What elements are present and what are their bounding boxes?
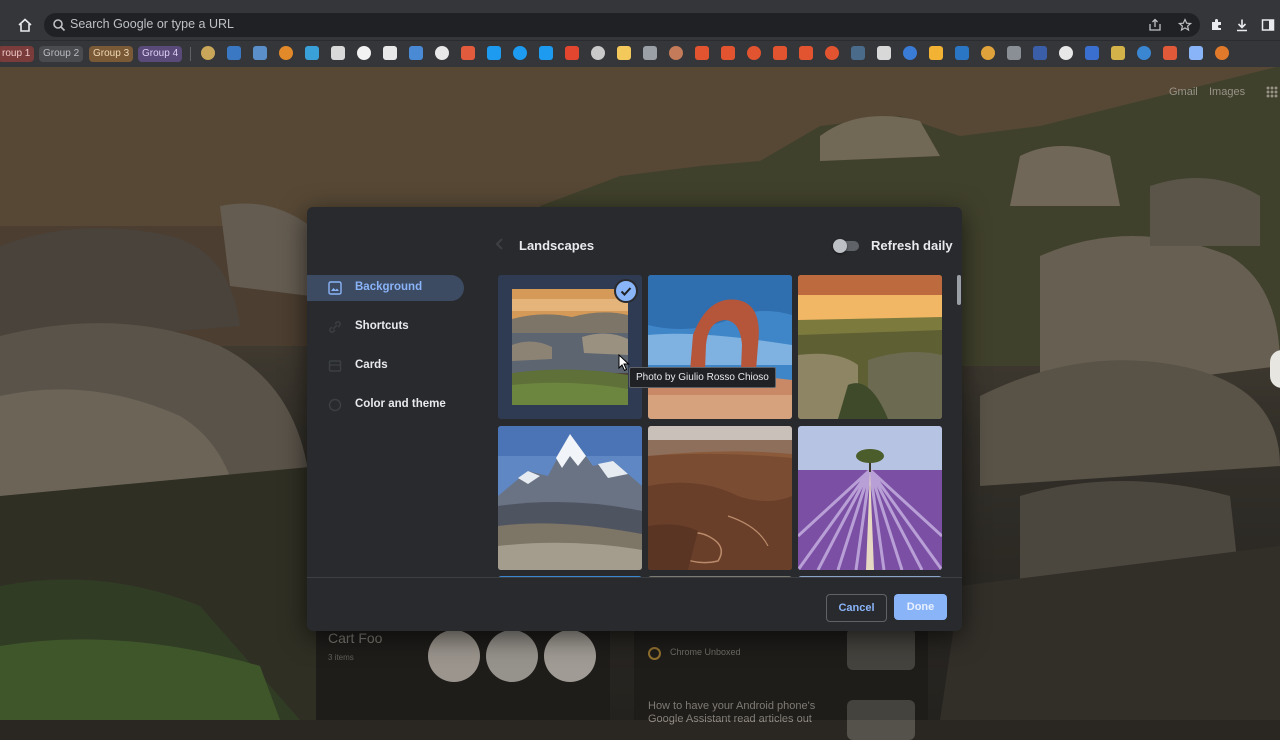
refresh-daily-toggle[interactable] — [833, 239, 859, 253]
bookmark-favicon-icon[interactable] — [487, 46, 501, 60]
bookmark-favicon-icon[interactable] — [695, 46, 709, 60]
bookmark-favicon-icon[interactable] — [591, 46, 605, 60]
sidebar-item-shortcuts[interactable]: Shortcuts — [307, 314, 464, 340]
download-icon[interactable] — [1231, 14, 1253, 36]
bookmark-favicon-icon[interactable] — [305, 46, 319, 60]
palette-icon — [328, 398, 342, 412]
background-tile-snowy-mountain[interactable] — [498, 426, 642, 570]
tile-image — [798, 275, 942, 419]
bookmark-favicon-icon[interactable] — [1033, 46, 1047, 60]
share-icon[interactable] — [1144, 14, 1166, 36]
bookmark-favicon-icon[interactable] — [253, 46, 267, 60]
bookmark-favicon-icon[interactable] — [1085, 46, 1099, 60]
background-tile-desert-valley[interactable] — [648, 426, 792, 570]
bookmarks-divider — [190, 47, 191, 61]
bookmark-favicon-icon[interactable] — [461, 46, 475, 60]
bookmark-favicon-icon[interactable] — [825, 46, 839, 60]
refresh-daily-label: Refresh daily — [871, 238, 953, 253]
cancel-button[interactable]: Cancel — [826, 594, 887, 622]
bookmark-favicon-icon[interactable] — [747, 46, 761, 60]
bookmark-favicon-icon[interactable] — [357, 46, 371, 60]
bookmark-favicon-icon[interactable] — [799, 46, 813, 60]
mouse-cursor-icon — [618, 353, 630, 377]
sidebar-item-cards[interactable]: Cards — [307, 353, 464, 379]
cards-icon — [328, 360, 342, 372]
tile-image — [648, 426, 792, 570]
sidebar-item-background[interactable]: Background — [307, 275, 464, 301]
bookmark-favicon-icon[interactable] — [851, 46, 865, 60]
next-arrow-button[interactable] — [1270, 350, 1280, 388]
background-tile-grid — [498, 275, 953, 577]
tab-group-4[interactable]: Group 4 — [138, 46, 183, 62]
bookmark-favicon-icon[interactable] — [279, 46, 293, 60]
bookmark-favicon-icon[interactable] — [981, 46, 995, 60]
sidebar-item-label: Color and theme — [355, 398, 446, 410]
dialog-header: Landscapes Refresh daily — [307, 207, 962, 267]
background-tile-lavender-field[interactable] — [798, 426, 942, 570]
bookmark-favicon-icon[interactable] — [1163, 46, 1177, 60]
bookmark-favicon-icon[interactable] — [227, 46, 241, 60]
bookmark-favicon-icon[interactable] — [539, 46, 553, 60]
bookmarks-bar: roup 1 Group 2 Group 3 Group 4 — [0, 40, 1280, 67]
customize-chrome-dialog: Landscapes Refresh daily Background Shor… — [307, 207, 962, 631]
bookmark-favicon-icon[interactable] — [929, 46, 943, 60]
bookmark-favicon-icon[interactable] — [721, 46, 735, 60]
side-panel-icon[interactable] — [1257, 14, 1279, 36]
dialog-title: Landscapes — [519, 238, 595, 253]
bookmark-favicon-icon[interactable] — [1189, 46, 1203, 60]
omnibox[interactable]: Search Google or type a URL — [44, 13, 1200, 37]
background-tile-red-arch[interactable] — [648, 275, 792, 419]
bookmark-favicon-icon[interactable] — [1137, 46, 1151, 60]
sidebar-item-label: Background — [355, 281, 423, 293]
sidebar-item-label: Cards — [355, 359, 388, 371]
bookmark-favicon-icon[interactable] — [435, 46, 449, 60]
bookmark-favicon-icon[interactable] — [903, 46, 917, 60]
bookmark-favicon-icon[interactable] — [877, 46, 891, 60]
tab-group-3[interactable]: Group 3 — [89, 46, 134, 62]
sidebar-item-color-and-theme[interactable]: Color and theme — [307, 392, 464, 418]
link-icon — [329, 321, 341, 333]
browser-toolbar: Search Google or type a URL roup 1 Group… — [0, 0, 1280, 67]
bookmark-favicon-icon[interactable] — [643, 46, 657, 60]
bookmark-favicon-icon[interactable] — [1111, 46, 1125, 60]
bookmark-favicon-icon[interactable] — [513, 46, 527, 60]
bookmark-favicon-icon[interactable] — [201, 46, 215, 60]
toggle-knob — [833, 239, 847, 253]
bookmark-favicon-icon[interactable] — [773, 46, 787, 60]
selected-check-icon — [614, 279, 638, 303]
bookmark-favicon-icon[interactable] — [565, 46, 579, 60]
star-icon[interactable] — [1174, 14, 1196, 36]
tile-image — [648, 275, 792, 419]
search-icon — [53, 19, 66, 32]
tile-image — [798, 426, 942, 570]
omnibox-placeholder: Search Google or type a URL — [70, 17, 234, 31]
bookmark-favicon-icon[interactable] — [1215, 46, 1229, 60]
tile-image — [498, 426, 642, 570]
done-button[interactable]: Done — [894, 594, 947, 620]
bookmark-favicon-icon[interactable] — [1059, 46, 1073, 60]
sidebar-item-label: Shortcuts — [355, 320, 409, 332]
background-tile-canyon-sunset[interactable] — [798, 275, 942, 419]
bookmark-favicon-icon[interactable] — [955, 46, 969, 60]
bookmark-favicon-icon[interactable] — [669, 46, 683, 60]
bookmark-favicon-icon[interactable] — [331, 46, 345, 60]
extensions-icon[interactable] — [1206, 14, 1228, 36]
grid-scrollbar[interactable] — [957, 275, 961, 305]
image-icon — [328, 281, 342, 295]
dialog-footer: Cancel Done — [307, 577, 962, 631]
back-arrow-icon[interactable] — [493, 237, 511, 253]
bookmark-favicon-icon[interactable] — [1007, 46, 1021, 60]
bookmark-favicon-icon[interactable] — [383, 46, 397, 60]
bookmark-favicon-icon[interactable] — [617, 46, 631, 60]
home-icon[interactable] — [14, 14, 36, 36]
tab-group-1[interactable]: roup 1 — [0, 46, 35, 62]
tab-group-2[interactable]: Group 2 — [39, 46, 84, 62]
photo-credit-tooltip: Photo by Giulio Rosso Chioso — [629, 367, 776, 388]
bookmark-favicon-icon[interactable] — [409, 46, 423, 60]
